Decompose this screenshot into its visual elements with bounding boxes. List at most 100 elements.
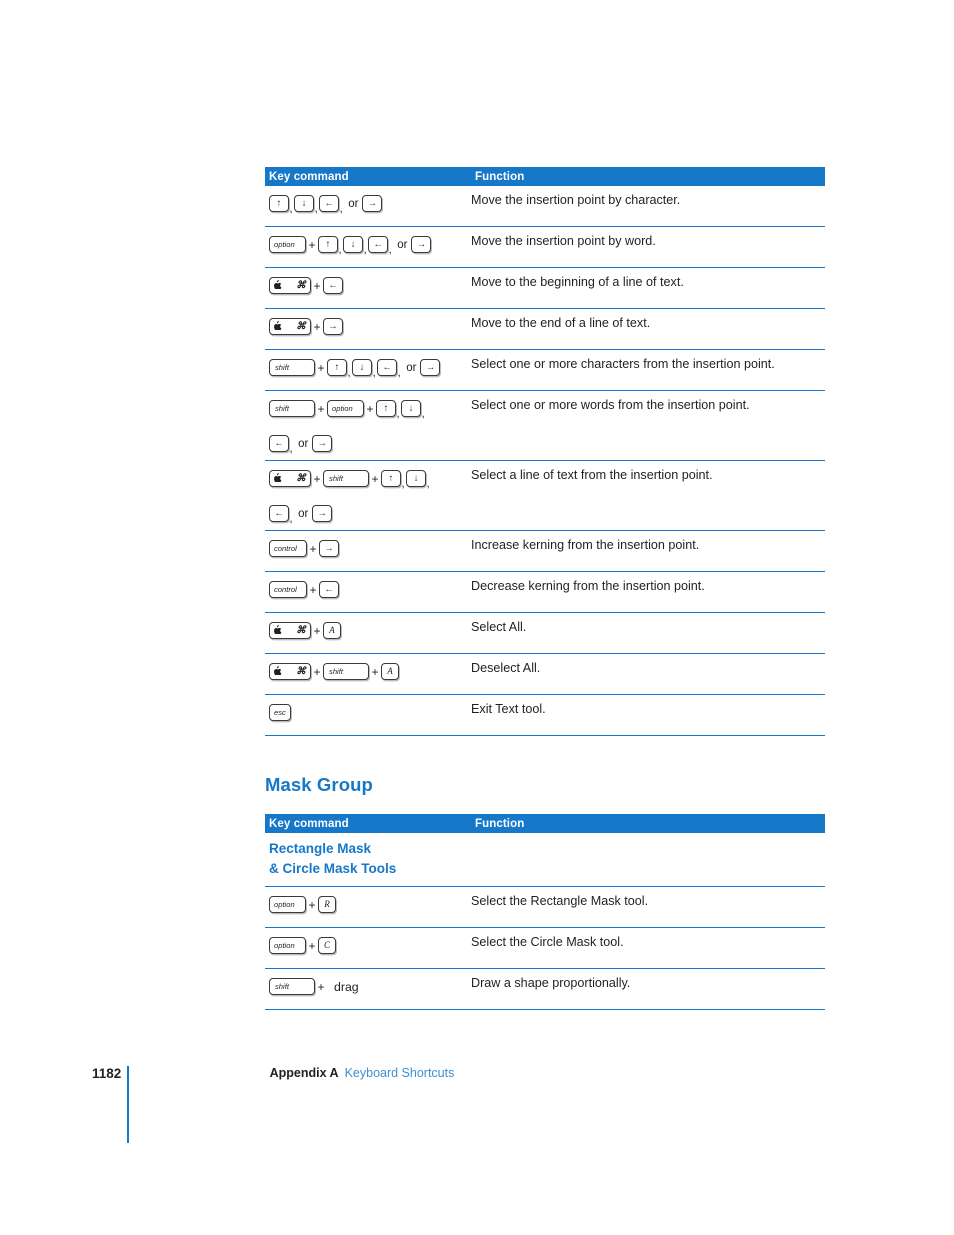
arrow-left-key[interactable]: ←	[269, 505, 289, 522]
plus-separator: +	[317, 360, 325, 375]
table-row: shift + drag Draw a shape proportionally.	[265, 969, 825, 1010]
command-key[interactable]: ⌘	[269, 277, 311, 294]
key-command-cell: ⌘ + →	[265, 309, 470, 343]
arrow-glyph: →	[328, 320, 338, 332]
command-key[interactable]: ⌘	[269, 318, 311, 335]
table-row: ⌘ + shift + ↑, ↓, ←, or → Select a line of text f…	[265, 461, 825, 531]
arrow-left-key[interactable]: ←	[368, 236, 389, 253]
table-row: ⌘ + shift + A Deselect All.	[265, 654, 825, 695]
arrow-right-key[interactable]: →	[319, 540, 340, 557]
arrow-glyph: ↑	[388, 472, 394, 484]
comma-separator: ,	[339, 203, 343, 215]
key-sequence: shift + option + ↑, ↓, ←, or →	[269, 400, 470, 455]
r-key[interactable]: R	[318, 896, 337, 913]
arrow-down-key[interactable]: ↓	[343, 236, 364, 253]
arrow-up-key[interactable]: ↑	[269, 195, 289, 212]
arrow-left-key[interactable]: ←	[269, 435, 289, 452]
arrow-left-key[interactable]: ←	[319, 581, 340, 598]
key-sequence: option + R	[269, 896, 470, 913]
arrow-right-key[interactable]: →	[312, 435, 333, 452]
arrow-glyph: ←	[328, 279, 338, 291]
arrow-up-key[interactable]: ↑	[381, 470, 402, 487]
arrow-up-key[interactable]: ↑	[327, 359, 348, 376]
key-label: control	[274, 543, 297, 553]
comma-separator: ,	[289, 443, 293, 455]
command-key[interactable]: ⌘	[269, 470, 311, 487]
comma-separator: ,	[289, 513, 293, 525]
arrow-glyph: ↓	[350, 238, 356, 250]
shift-key[interactable]: shift	[323, 470, 370, 487]
key-label: shift	[329, 666, 343, 676]
arrow-down-key[interactable]: ↓	[406, 470, 427, 487]
key-sequence: ↑, ↓, ←, or →	[269, 195, 470, 215]
table-header-row: Key command Function	[265, 814, 825, 833]
arrow-right-key[interactable]: →	[420, 359, 441, 376]
command-key[interactable]: ⌘	[269, 663, 311, 680]
arrow-right-key[interactable]: →	[411, 236, 432, 253]
comma-separator: ,	[289, 203, 293, 215]
comma-separator: ,	[397, 367, 401, 379]
a-key[interactable]: A	[381, 663, 400, 680]
option-key[interactable]: option	[269, 236, 306, 253]
comma-separator: ,	[338, 244, 342, 256]
function-description-cell: Move the insertion point by character.	[471, 193, 681, 207]
escape-key[interactable]: esc	[269, 704, 291, 721]
key-command-cell: control + ←	[265, 572, 470, 606]
comma-separator: ,	[388, 244, 392, 256]
key-sequence: control + ←	[269, 581, 470, 598]
c-key[interactable]: C	[318, 937, 337, 954]
a-key[interactable]: A	[323, 622, 342, 639]
option-key[interactable]: option	[269, 937, 306, 954]
arrow-down-key[interactable]: ↓	[401, 400, 422, 417]
control-key[interactable]: control	[269, 540, 307, 557]
shift-key[interactable]: shift	[269, 400, 315, 417]
arrow-up-key[interactable]: ↑	[318, 236, 339, 253]
key-command-cell: esc	[265, 695, 470, 729]
column-header-key-command: Key command	[269, 817, 349, 830]
arrow-glyph: ←	[382, 361, 392, 373]
arrow-left-key[interactable]: ←	[319, 195, 340, 212]
function-description-cell: Select the Rectangle Mask tool.	[471, 894, 649, 908]
command-key[interactable]: ⌘	[269, 622, 311, 639]
key-label: esc	[274, 707, 286, 717]
key-command-cell: shift + option + ↑, ↓, ←, or →	[265, 391, 470, 460]
table-row: shift + option + ↑, ↓, ←, or → Select one or more…	[265, 391, 825, 461]
plus-separator: +	[371, 664, 379, 679]
arrow-glyph: →	[416, 238, 427, 250]
function-description-cell: Decrease kerning from the insertion poin…	[471, 579, 705, 593]
key-command-cell: ⌘ + shift + ↑, ↓, ←, or →	[265, 461, 470, 530]
option-key[interactable]: option	[269, 896, 306, 913]
arrow-down-key[interactable]: ↓	[294, 195, 315, 212]
arrow-glyph: ↓	[408, 402, 414, 414]
plus-separator: +	[366, 401, 374, 416]
arrow-left-key[interactable]: ←	[377, 359, 398, 376]
comma-separator: ,	[314, 203, 318, 215]
footer-chapter-link: Keyboard Shortcuts	[344, 1066, 455, 1080]
section-heading-mask-group: Mask Group	[265, 774, 373, 795]
or-separator: or	[348, 197, 359, 210]
column-header-function: Function	[475, 170, 525, 183]
key-sequence: esc	[269, 704, 470, 721]
plus-separator: +	[309, 541, 317, 556]
document-page: Key command Function ↑, ↓, ←, or → Move the i…	[0, 0, 954, 1235]
arrow-right-key[interactable]: →	[312, 505, 333, 522]
function-description-cell: Move the insertion point by word.	[471, 234, 656, 248]
arrow-down-key[interactable]: ↓	[352, 359, 373, 376]
key-sequence: ⌘ + shift + A	[269, 663, 470, 680]
option-key[interactable]: option	[327, 400, 365, 417]
arrow-left-key[interactable]: ←	[323, 277, 344, 294]
arrow-right-key[interactable]: →	[323, 318, 344, 335]
table-row: option + R Select the Rectangle Mask tool.	[265, 887, 825, 928]
arrow-right-key[interactable]: →	[362, 195, 383, 212]
key-label: option	[274, 899, 295, 909]
arrow-up-key[interactable]: ↑	[376, 400, 397, 417]
page-footer: 1182 Appendix A Keyboard Shortcuts	[92, 1066, 454, 1143]
shift-key[interactable]: shift	[269, 978, 315, 995]
key-command-cell: shift + drag	[265, 969, 470, 1003]
page-number: 1182	[92, 1066, 122, 1081]
key-command-cell: ↑, ↓, ←, or →	[265, 186, 470, 220]
control-key[interactable]: control	[269, 581, 307, 598]
shift-key[interactable]: shift	[269, 359, 315, 376]
function-description-cell: Select one or more words from the insert…	[471, 398, 750, 412]
shift-key[interactable]: shift	[323, 663, 370, 680]
